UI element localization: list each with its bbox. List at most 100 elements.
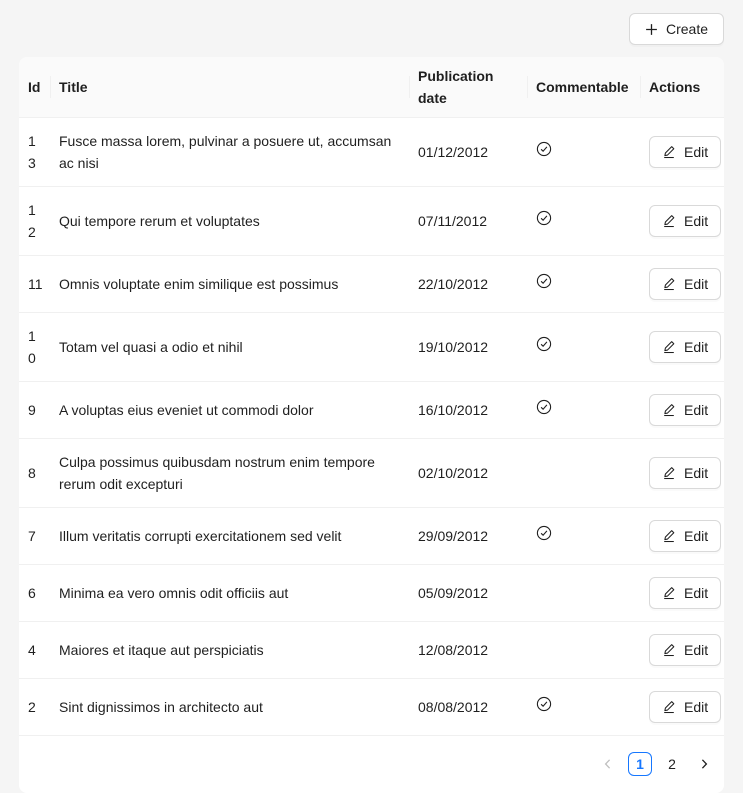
row-id-cell: 10 [19,313,51,382]
row-commentable-cell [528,382,641,439]
column-header-actions: Actions [641,57,724,118]
pencil-icon [662,277,676,291]
row-commentable-cell [528,118,641,187]
pagination-page-label: 2 [668,756,676,772]
pagination-page-button[interactable]: 2 [660,752,684,776]
page: Create Id Title Publication date Comment… [0,0,743,793]
pencil-icon [662,643,676,657]
row-publication-date-cell: 01/12/2012 [410,118,528,187]
edit-button[interactable]: Edit [649,394,721,426]
row-publication-date-cell: 02/10/2012 [410,439,528,508]
row-title-cell: Illum veritatis corrupti exercitationem … [51,508,410,565]
edit-button-label: Edit [684,399,708,421]
edit-button[interactable]: Edit [649,634,721,666]
edit-button[interactable]: Edit [649,331,721,363]
check-circle-icon [536,525,552,541]
row-id-cell: 6 [19,565,51,622]
pagination-page-button[interactable]: 1 [628,752,652,776]
table-footer: 1 2 [19,736,724,793]
edit-button[interactable]: Edit [649,268,721,300]
pagination-page-label: 1 [636,756,644,772]
edit-button-label: Edit [684,462,708,484]
row-actions-cell: Edit [641,679,724,736]
row-title-cell: Sint dignissimos in architecto aut [51,679,410,736]
pagination-prev-button[interactable] [596,752,620,776]
table-row: 10 Totam vel quasi a odio et nihil 19/10… [19,313,724,382]
pencil-icon [662,403,676,417]
row-title-cell: Omnis voluptate enim similique est possi… [51,256,410,313]
row-id-cell: 2 [19,679,51,736]
table-body: 13 Fusce massa lorem, pulvinar a posuere… [19,118,724,736]
row-id-cell: 12 [19,187,51,256]
column-header-publication-date: Publication date [410,57,528,118]
edit-button-label: Edit [684,696,708,718]
edit-button-label: Edit [684,582,708,604]
chevron-right-icon [698,758,710,770]
row-id-cell: 8 [19,439,51,508]
pagination-next-button[interactable] [692,752,716,776]
toolbar: Create [19,13,724,45]
row-actions-cell: Edit [641,256,724,313]
pencil-icon [662,529,676,543]
edit-button[interactable]: Edit [649,457,721,489]
row-title-cell: Qui tempore rerum et voluptates [51,187,410,256]
table-row: 11 Omnis voluptate enim similique est po… [19,256,724,313]
column-header-commentable: Commentable [528,57,641,118]
pencil-icon [662,340,676,354]
row-publication-date-cell: 12/08/2012 [410,622,528,679]
posts-table: Id Title Publication date Commentable Ac… [19,57,724,736]
row-title-cell: Fusce massa lorem, pulvinar a posuere ut… [51,118,410,187]
posts-table-card: Id Title Publication date Commentable Ac… [19,57,724,793]
row-commentable-cell [528,187,641,256]
row-actions-cell: Edit [641,622,724,679]
edit-button-label: Edit [684,639,708,661]
create-button[interactable]: Create [629,13,724,45]
row-publication-date-cell: 29/09/2012 [410,508,528,565]
pencil-icon [662,214,676,228]
pencil-icon [662,145,676,159]
plus-icon [645,23,658,36]
row-title-cell: Minima ea vero omnis odit officiis aut [51,565,410,622]
check-circle-icon [536,696,552,712]
table-row: 6 Minima ea vero omnis odit officiis aut… [19,565,724,622]
pencil-icon [662,586,676,600]
pencil-icon [662,466,676,480]
table-row: 12 Qui tempore rerum et voluptates 07/11… [19,187,724,256]
check-circle-icon [536,336,552,352]
edit-button[interactable]: Edit [649,520,721,552]
table-row: 7 Illum veritatis corrupti exercitatione… [19,508,724,565]
table-header: Id Title Publication date Commentable Ac… [19,57,724,118]
table-row: 2 Sint dignissimos in architecto aut 08/… [19,679,724,736]
row-publication-date-cell: 05/09/2012 [410,565,528,622]
check-circle-icon [536,273,552,289]
row-publication-date-cell: 22/10/2012 [410,256,528,313]
row-commentable-cell [528,565,641,622]
row-publication-date-cell: 07/11/2012 [410,187,528,256]
edit-button-label: Edit [684,273,708,295]
pencil-icon [662,700,676,714]
row-publication-date-cell: 16/10/2012 [410,382,528,439]
column-header-id: Id [19,57,51,118]
edit-button-label: Edit [684,210,708,232]
edit-button-label: Edit [684,525,708,547]
check-circle-icon [536,210,552,226]
row-publication-date-cell: 08/08/2012 [410,679,528,736]
row-actions-cell: Edit [641,508,724,565]
row-actions-cell: Edit [641,118,724,187]
edit-button[interactable]: Edit [649,577,721,609]
row-actions-cell: Edit [641,313,724,382]
edit-button[interactable]: Edit [649,205,721,237]
row-id-cell: 13 [19,118,51,187]
row-actions-cell: Edit [641,187,724,256]
row-commentable-cell [528,439,641,508]
row-actions-cell: Edit [641,565,724,622]
edit-button[interactable]: Edit [649,136,721,168]
table-row: 8 Culpa possimus quibusdam nostrum enim … [19,439,724,508]
edit-button-label: Edit [684,141,708,163]
edit-button-label: Edit [684,336,708,358]
row-commentable-cell [528,679,641,736]
chevron-left-icon [602,758,614,770]
column-header-title: Title [51,57,410,118]
edit-button[interactable]: Edit [649,691,721,723]
row-actions-cell: Edit [641,439,724,508]
